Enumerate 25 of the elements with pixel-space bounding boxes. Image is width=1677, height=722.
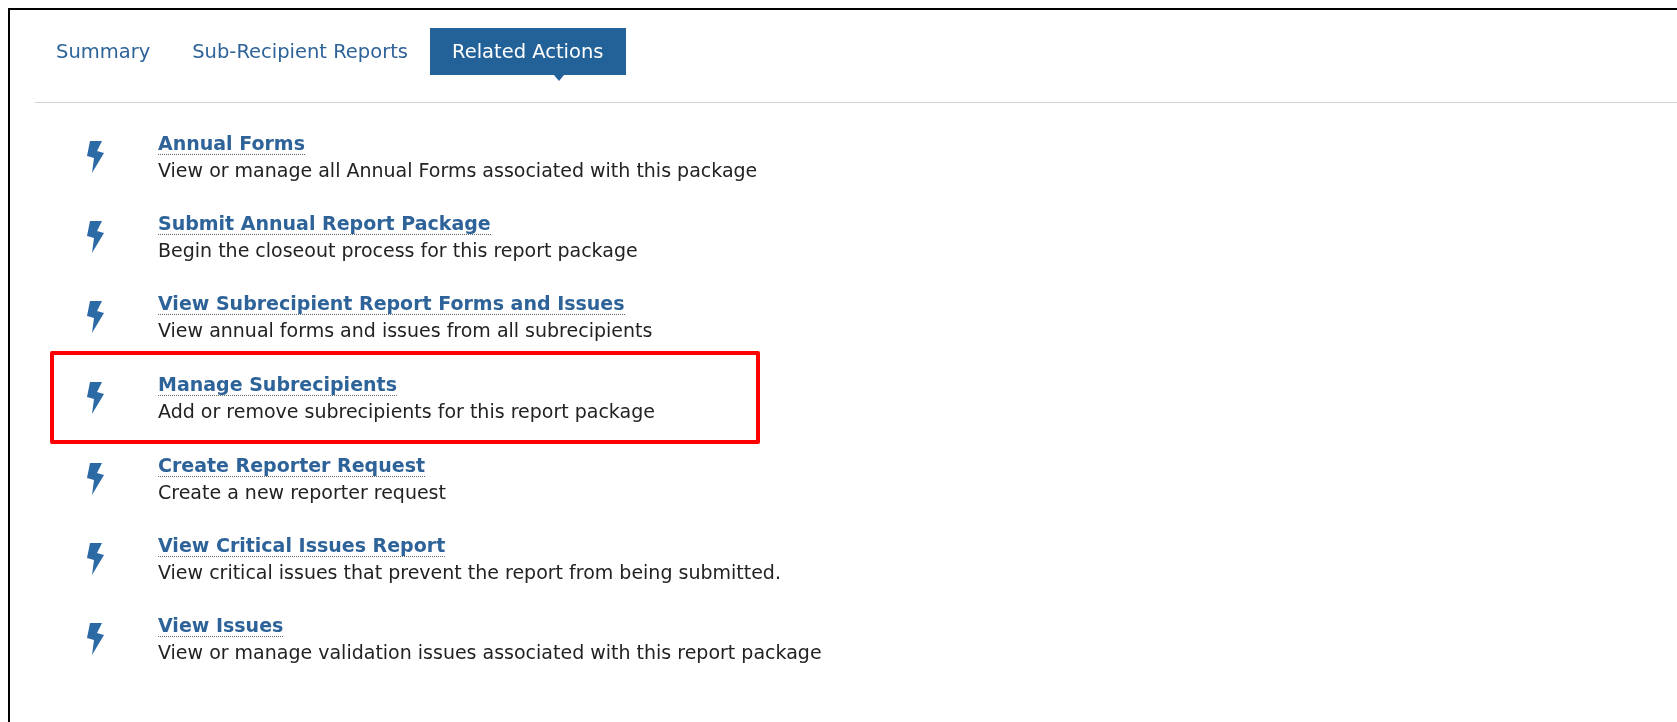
lightning-icon	[84, 622, 104, 655]
action-description: Begin the closeout process for this report package	[158, 239, 638, 261]
action-description: Add or remove subrecipients for this report package	[158, 400, 655, 422]
action-description: Create a new reporter request	[158, 481, 446, 503]
tab[interactable]: Sub-Recipient Reports	[192, 28, 408, 75]
action-link[interactable]: View Subrecipient Report Forms and Issues	[158, 292, 625, 315]
tab[interactable]: Summary	[56, 28, 151, 75]
action-link[interactable]: Create Reporter Request	[158, 454, 426, 477]
action-link[interactable]: View Critical Issues Report	[158, 534, 446, 557]
action-link[interactable]: Submit Annual Report Package	[158, 212, 491, 235]
lightning-icon	[84, 462, 104, 495]
lightning-icon	[84, 381, 104, 414]
action-link[interactable]: Manage Subrecipients	[158, 373, 397, 396]
lightning-icon	[84, 300, 104, 333]
lightning-icon	[84, 140, 104, 173]
tab[interactable]: Related Actions	[430, 28, 626, 75]
action-description: View or manage all Annual Forms associated with this package	[158, 159, 758, 181]
action-description: View annual forms and issues from all subrecipients	[158, 319, 653, 341]
action-description: View critical issues that prevent the report from being submitted.	[158, 561, 781, 583]
pointer-icon	[553, 75, 564, 81]
lightning-icon	[84, 542, 104, 575]
lightning-icon	[84, 220, 104, 253]
action-link[interactable]: Annual Forms	[158, 132, 305, 155]
action-link[interactable]: View Issues	[158, 614, 284, 637]
action-description: View or manage validation issues associated with this report package	[158, 641, 822, 663]
